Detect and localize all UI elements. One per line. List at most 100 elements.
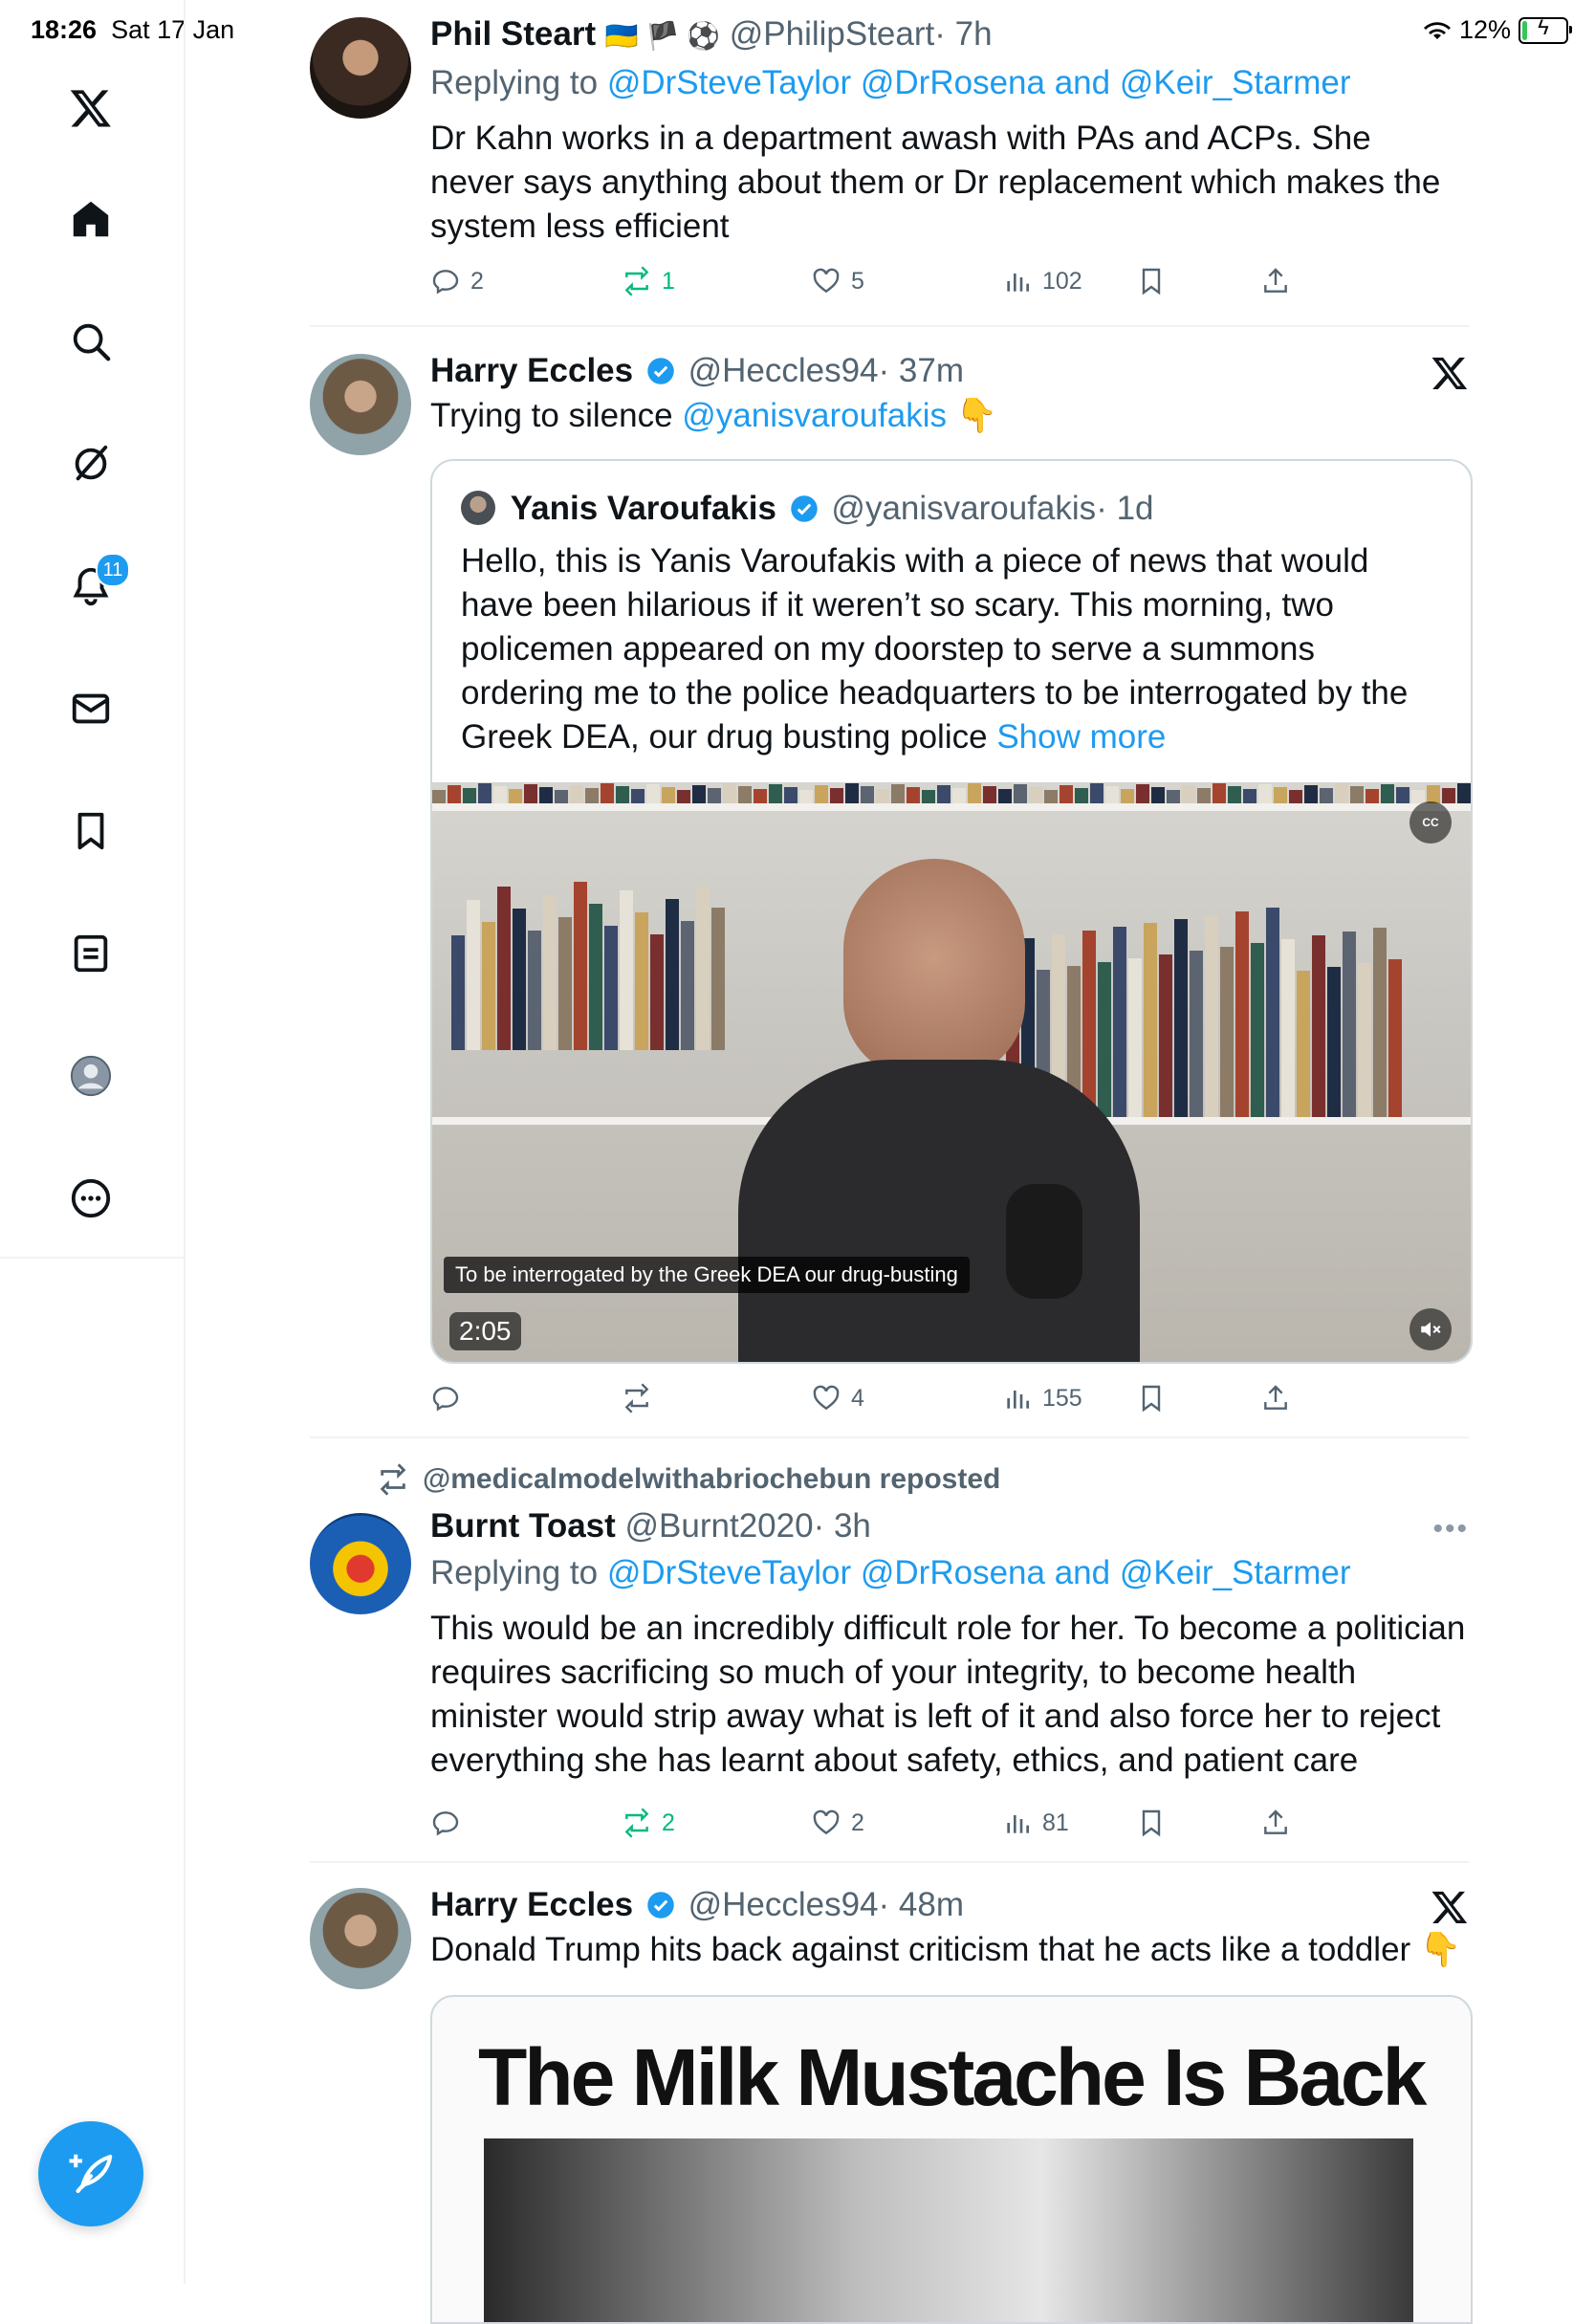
author-handle[interactable]: @Heccles94 bbox=[688, 352, 879, 389]
repost-icon bbox=[624, 266, 649, 296]
tweet-time[interactable]: · 48m bbox=[879, 1886, 964, 1923]
reply-targets[interactable]: @DrSteveTaylor @DrRosena and @Keir_Starm… bbox=[607, 1554, 1351, 1591]
book-spine bbox=[493, 786, 507, 803]
quoted-text: Hello, this is Yanis Varoufakis with a p… bbox=[461, 542, 1409, 756]
avatar[interactable] bbox=[310, 1513, 411, 1614]
grok-icon[interactable] bbox=[63, 436, 119, 492]
book-spine bbox=[1304, 785, 1318, 803]
tweet-header: Phil Steart 🇺🇦 🏴 ⚽ @PhilipSteart· 7h bbox=[430, 13, 1469, 57]
share-button[interactable] bbox=[1260, 1383, 1291, 1414]
tweet-time[interactable]: · 7h bbox=[934, 15, 992, 53]
captions-button[interactable]: CC bbox=[1409, 801, 1452, 844]
like-button[interactable]: 5 bbox=[811, 266, 864, 296]
profile-avatar-icon[interactable] bbox=[63, 1048, 119, 1104]
tweet-divider bbox=[310, 1436, 1469, 1438]
tweet-actions: 4 155 bbox=[430, 1379, 1469, 1417]
replying-prefix: Replying to bbox=[430, 1554, 607, 1591]
compose-button[interactable] bbox=[38, 2121, 143, 2226]
book-spine bbox=[509, 789, 522, 803]
mention-link[interactable]: @yanisvaroufakis bbox=[682, 397, 947, 434]
more-icon[interactable] bbox=[63, 1171, 119, 1226]
author-name[interactable]: Phil Steart bbox=[430, 15, 596, 53]
repost-button[interactable]: 1 bbox=[622, 266, 675, 296]
video-player[interactable]: To be interrogated by the Greek DEA our … bbox=[432, 782, 1471, 1362]
repost-icon bbox=[380, 1463, 406, 1496]
x-logo-icon bbox=[1431, 357, 1468, 389]
show-more-link[interactable]: Show more bbox=[996, 718, 1166, 756]
bookmark-button[interactable] bbox=[1136, 266, 1167, 296]
quoted-text-block: Hello, this is Yanis Varoufakis with a p… bbox=[461, 539, 1442, 759]
book-spine bbox=[1136, 784, 1149, 803]
views-button[interactable]: 102 bbox=[1002, 266, 1082, 296]
reply-button[interactable] bbox=[430, 1808, 461, 1838]
avatar[interactable] bbox=[310, 17, 411, 119]
messages-icon[interactable] bbox=[63, 681, 119, 736]
tweet-divider bbox=[310, 325, 1469, 327]
repost-button[interactable] bbox=[622, 1383, 652, 1414]
repost-button[interactable]: 2 bbox=[622, 1808, 675, 1838]
book-spine bbox=[876, 789, 889, 803]
quoted-avatar[interactable] bbox=[461, 491, 495, 525]
author-name[interactable]: Harry Eccles bbox=[430, 352, 633, 389]
author-handle[interactable]: @Burnt2020 bbox=[625, 1507, 814, 1545]
tweet-harry-eccles-1[interactable]: Harry Eccles @Heccles94· 37m Trying to s… bbox=[310, 350, 1473, 1417]
bookmark-icon bbox=[1142, 1385, 1161, 1413]
heart-icon bbox=[813, 268, 840, 294]
tweet-harry-eccles-2[interactable]: Harry Eccles @Heccles94· 48m Donald Trum… bbox=[310, 1884, 1473, 2324]
reply-targets[interactable]: @DrSteveTaylor @DrRosena and @Keir_Starm… bbox=[607, 64, 1351, 101]
x-logo-icon[interactable] bbox=[63, 80, 119, 136]
book-spine bbox=[681, 921, 694, 1050]
views-button[interactable]: 155 bbox=[1002, 1383, 1082, 1414]
book-spine bbox=[1121, 789, 1134, 803]
author-handle[interactable]: @Heccles94 bbox=[688, 1886, 879, 1923]
heart-icon bbox=[813, 1385, 840, 1411]
book-spine bbox=[1289, 790, 1302, 803]
avatar[interactable] bbox=[310, 354, 411, 455]
tweet-burnt-toast[interactable]: @medicalmodelwithabriochebun reposted Bu… bbox=[310, 1463, 1469, 1838]
book-spine bbox=[662, 787, 675, 803]
views-button[interactable]: 81 bbox=[1002, 1808, 1069, 1838]
mute-button[interactable] bbox=[1409, 1308, 1452, 1350]
share-button[interactable] bbox=[1260, 1808, 1291, 1838]
book-spine bbox=[1381, 784, 1394, 803]
book-spine bbox=[845, 783, 859, 803]
book-spine bbox=[1312, 935, 1325, 1117]
quoted-author-name[interactable]: Yanis Varoufakis bbox=[511, 490, 776, 527]
book-spine bbox=[1274, 787, 1287, 803]
book-spine bbox=[482, 922, 495, 1050]
like-button[interactable]: 2 bbox=[811, 1808, 864, 1838]
bookmark-button[interactable] bbox=[1136, 1383, 1167, 1414]
author-handle[interactable]: @PhilipSteart bbox=[730, 15, 935, 53]
avatar[interactable] bbox=[310, 1888, 411, 1989]
quoted-handle[interactable]: @yanisvaroufakis bbox=[831, 490, 1096, 527]
home-icon[interactable] bbox=[63, 191, 119, 247]
author-name[interactable]: Harry Eccles bbox=[430, 1886, 633, 1923]
replying-to: Replying to @DrSteveTaylor @DrRosena and… bbox=[430, 1551, 1469, 1595]
book-spine bbox=[650, 934, 664, 1050]
reply-button[interactable]: 2 bbox=[430, 266, 484, 296]
bookmark-button[interactable] bbox=[1136, 1808, 1167, 1838]
tweet-text: Trying to silence @yanisvaroufakis 👇 bbox=[430, 394, 1469, 438]
like-button[interactable]: 4 bbox=[811, 1383, 864, 1414]
views-icon bbox=[1007, 274, 1029, 292]
notifications-icon[interactable]: 11 bbox=[63, 553, 130, 614]
more-options-icon[interactable]: ••• bbox=[1432, 1513, 1469, 1546]
tweet-time[interactable]: · 3h bbox=[814, 1507, 871, 1545]
tweet-phil-steart[interactable]: Phil Steart 🇺🇦 🏴 ⚽ @PhilipSteart· 7h Rep… bbox=[310, 13, 1469, 300]
share-button[interactable] bbox=[1260, 266, 1291, 296]
quoted-tweet[interactable]: Yanis Varoufakis @yanisvaroufakis· 1d He… bbox=[430, 459, 1473, 1364]
repost-label-text[interactable]: @medicalmodelwithabriochebun reposted bbox=[423, 1463, 1000, 1496]
tweet-text: This would be an incredibly difficult ro… bbox=[430, 1610, 1466, 1779]
bookmarks-icon[interactable] bbox=[63, 803, 119, 859]
book-spine bbox=[543, 895, 557, 1050]
tweet-text: Donald Trump hits back against criticism… bbox=[430, 1928, 1469, 1972]
reply-button[interactable] bbox=[430, 1383, 461, 1414]
book-spine bbox=[528, 931, 541, 1050]
tweet-image[interactable]: The Milk Mustache Is Back bbox=[430, 1995, 1473, 2324]
verified-badge-icon bbox=[790, 495, 818, 522]
author-name[interactable]: Burnt Toast bbox=[430, 1507, 616, 1545]
book-spine bbox=[1182, 785, 1195, 803]
tweet-time[interactable]: · 37m bbox=[879, 352, 964, 389]
search-icon[interactable] bbox=[63, 314, 119, 369]
lists-icon[interactable] bbox=[63, 926, 119, 981]
